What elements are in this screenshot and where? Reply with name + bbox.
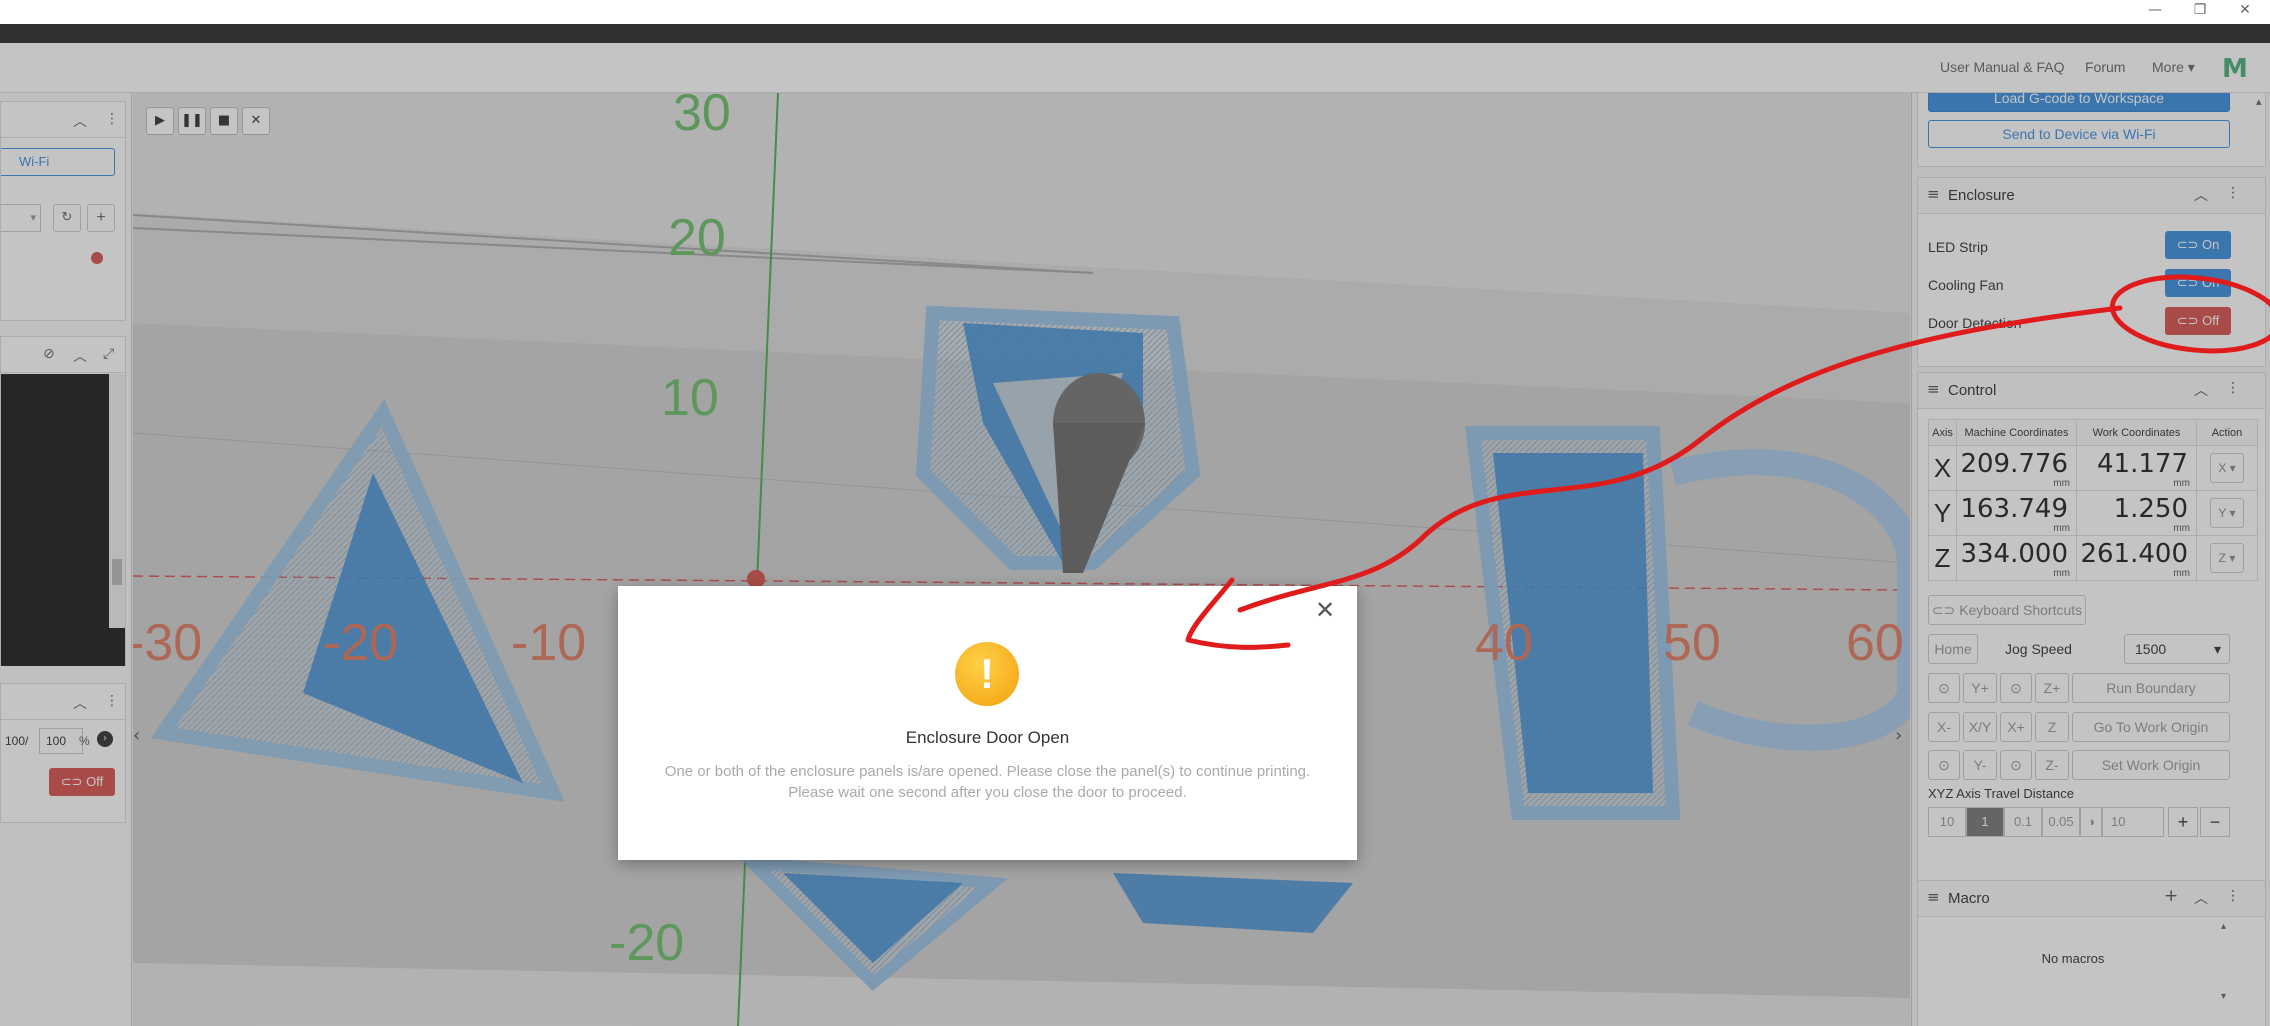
minimize-icon[interactable]: — [2140,0,2170,22]
modal-message-line-1: One or both of the enclosure panels is/a… [664,763,1311,780]
window-titlebar: — ❐ ✕ [0,0,2270,24]
close-icon[interactable]: ✕ [1315,596,1335,624]
modal-backdrop[interactable] [0,24,2270,1026]
modal-message-line-2: Please wait one second after you close t… [788,784,1187,801]
warning-icon: ! [955,642,1019,706]
modal-title: Enclosure Door Open [905,728,1070,747]
door-open-modal: ✕ ! Enclosure Door Open One or both of t… [618,586,1357,860]
close-window-icon[interactable]: ✕ [2230,0,2260,22]
restore-icon[interactable]: ❐ [2185,0,2215,22]
modal-message: One or both of the enclosure panels is/a… [618,761,1357,803]
